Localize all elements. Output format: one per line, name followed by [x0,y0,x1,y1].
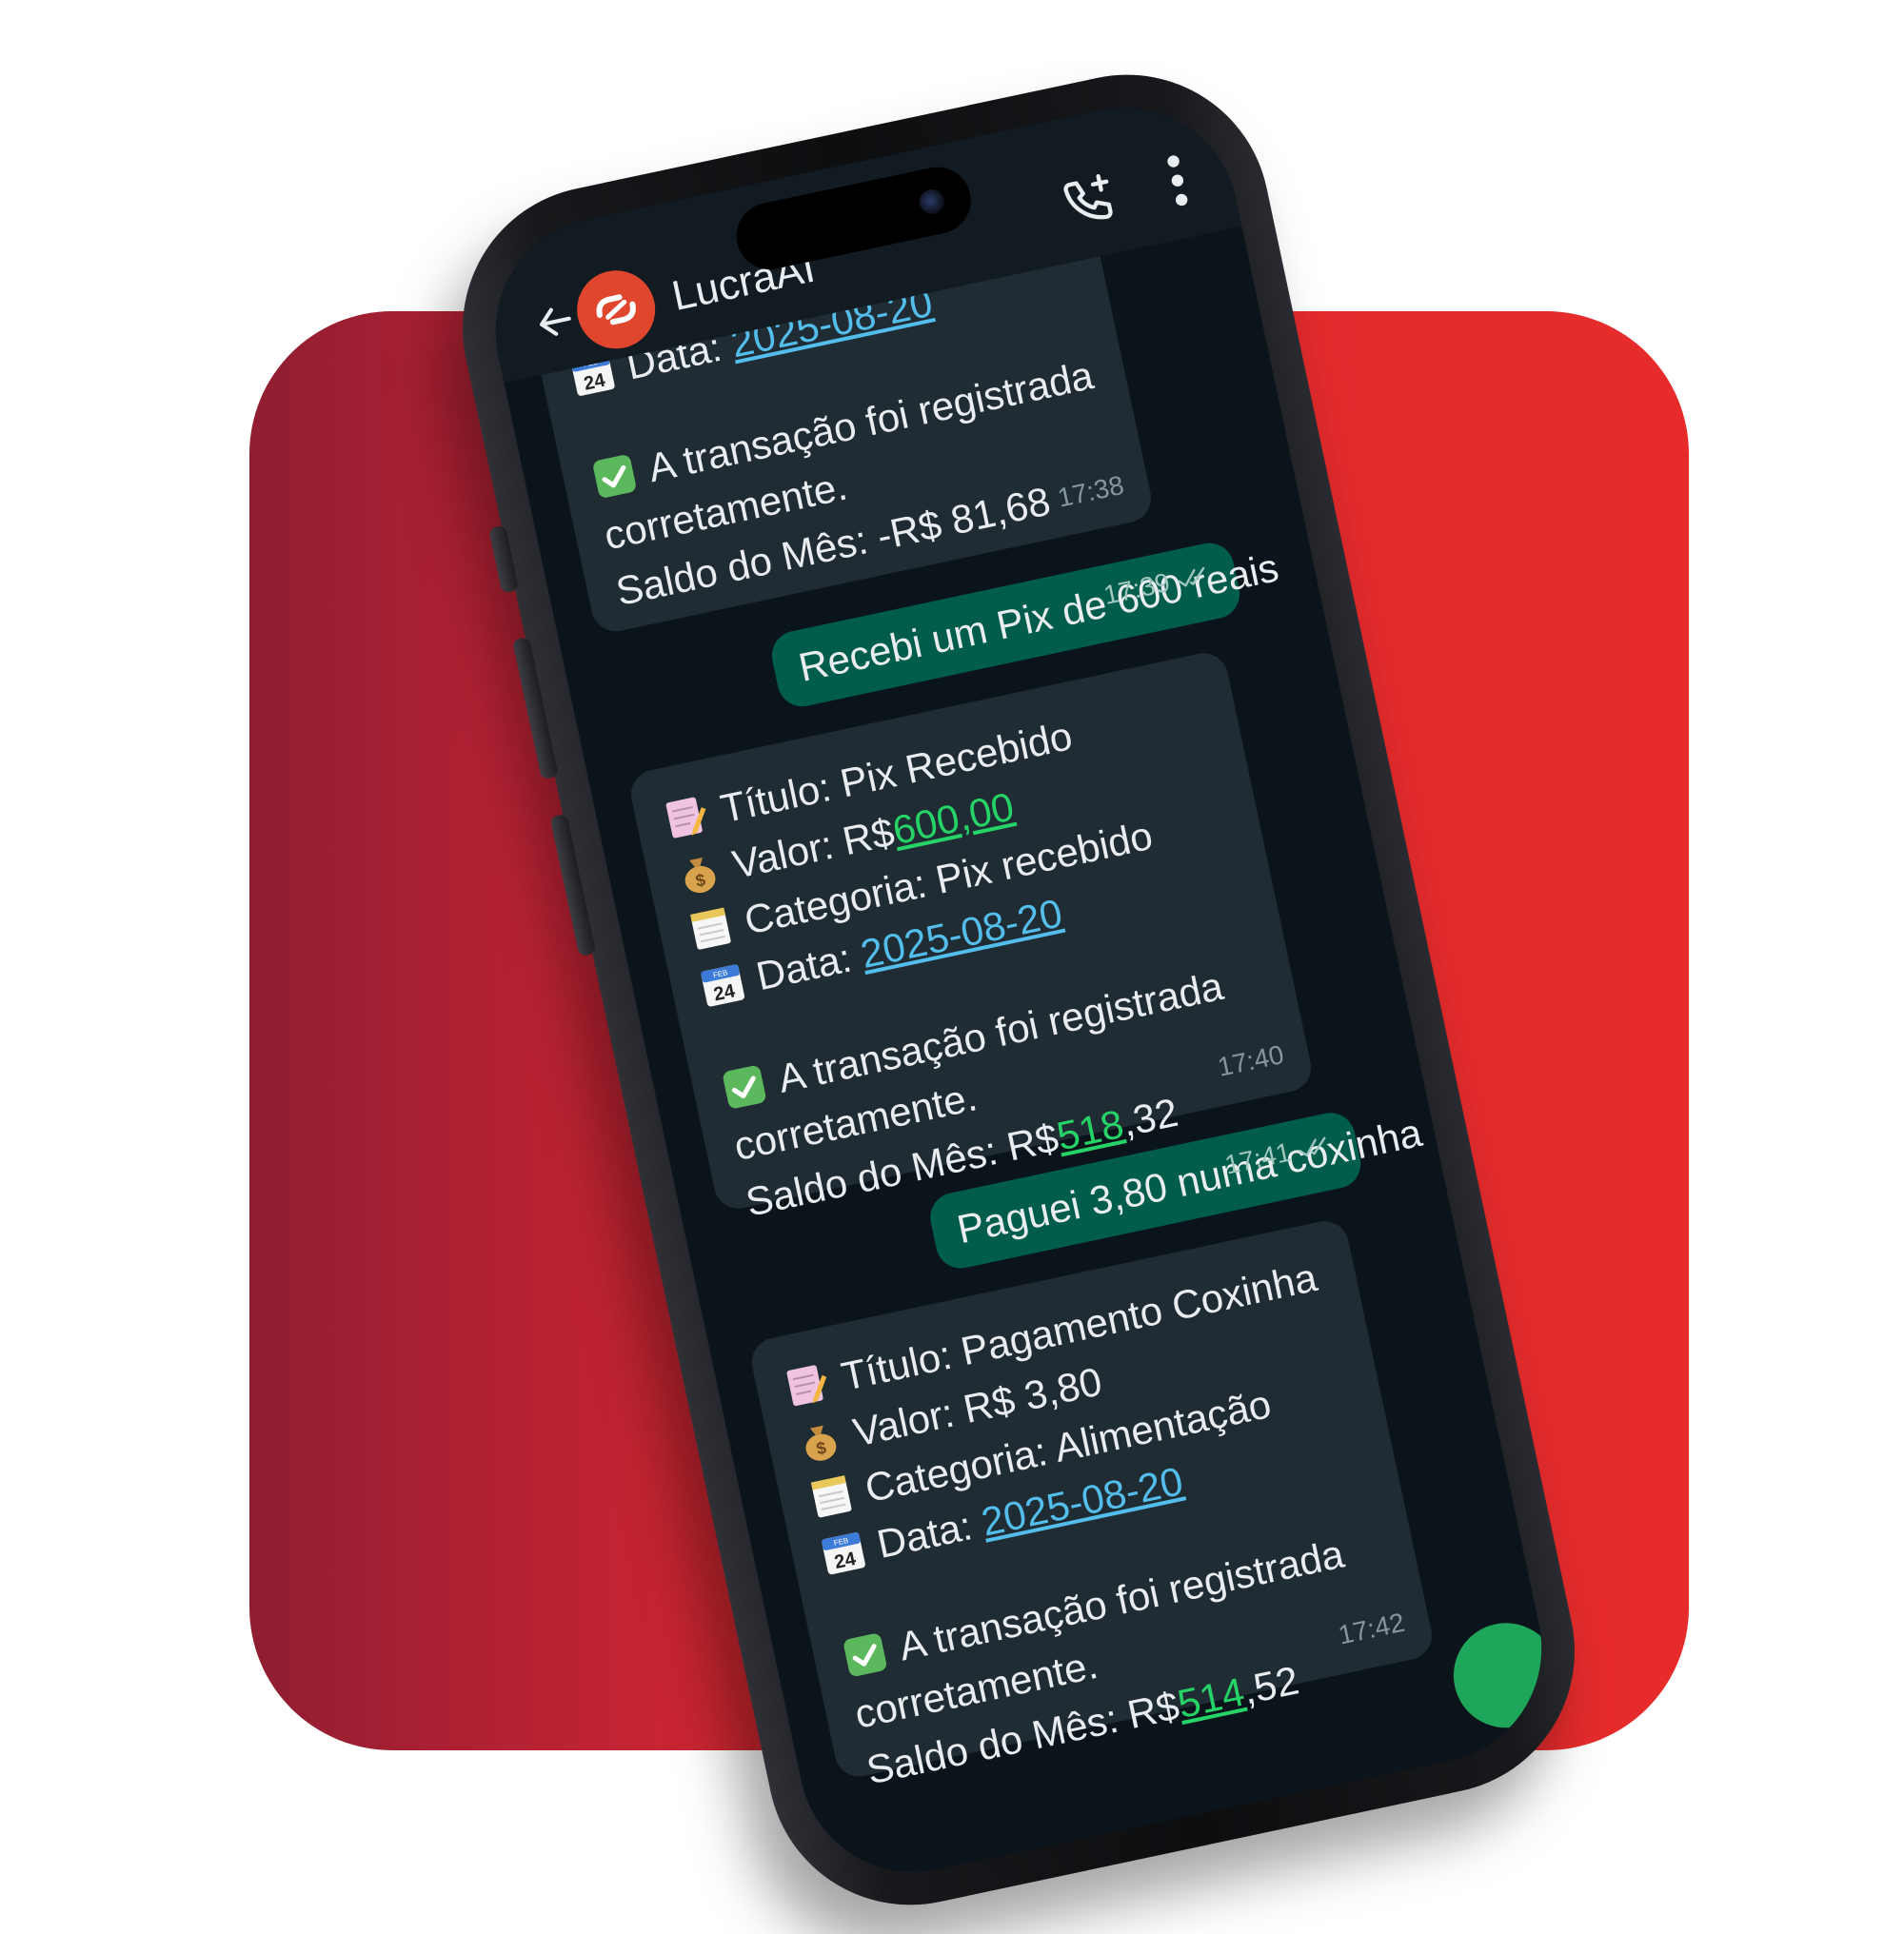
front-camera [917,187,947,217]
saldo-rest: ,32 [1118,1089,1182,1145]
back-arrow-icon[interactable] [530,297,580,346]
check-mark-icon [843,1633,886,1677]
add-call-icon[interactable] [1057,167,1122,232]
double-check-icon [1299,1136,1326,1157]
incoming-message[interactable]: Título: Pix Recebido $ Valor: R$ 600,00 … [626,648,1316,1225]
money-bag-icon: $ [684,858,716,894]
double-check-icon [1178,566,1205,587]
saldo-link[interactable]: 518 [1053,1099,1128,1161]
lucra-logo-icon [596,294,636,326]
more-options-icon[interactable] [1160,149,1195,212]
calendar-icon: FEB 24 [822,1531,865,1575]
calendar-icon: FEB 24 [701,964,745,1007]
check-mark-icon [593,455,636,498]
memo-icon [665,797,706,839]
memo-icon [786,1365,827,1407]
money-bag-icon: $ [805,1425,837,1461]
avatar[interactable] [569,263,663,356]
notepad-icon [690,907,731,950]
saldo-rest: ,52 [1239,1657,1303,1713]
incoming-message[interactable]: Título: Pagamento Coxinha $ Valor: R$ 3,… [746,1216,1437,1792]
check-mark-icon [723,1065,766,1109]
notepad-icon [810,1475,852,1518]
saldo-link[interactable]: 514 [1173,1668,1248,1729]
message-meta: 17:41 [1220,1118,1339,1190]
message-meta: 17:39 [1099,549,1217,621]
